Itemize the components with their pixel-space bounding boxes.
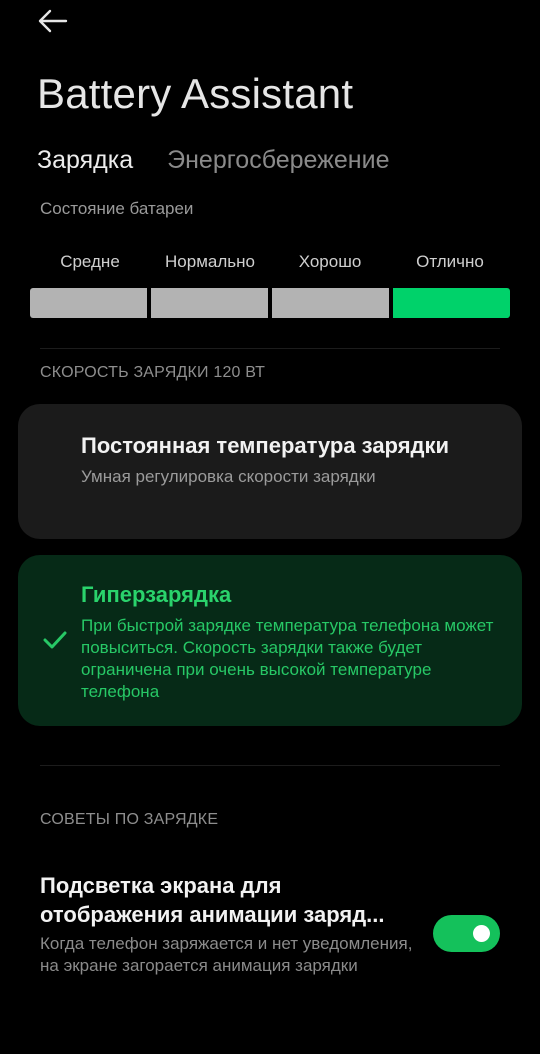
charging-speed-heading: СКОРОСТЬ ЗАРЯДКИ 120 ВТ xyxy=(40,364,266,381)
charging-animation-toggle[interactable] xyxy=(433,915,500,952)
arrow-left-icon xyxy=(38,9,68,33)
option-description: Умная регулировка скорости зарядки xyxy=(81,467,376,486)
option-hypercharge[interactable]: Гиперзарядка При быстрой зарядке темпера… xyxy=(18,555,522,726)
battery-level-labels: Средне Нормально Хорошо Отлично xyxy=(30,252,510,272)
option-constant-temperature[interactable]: Постоянная температура зарядки Умная рег… xyxy=(18,404,522,539)
back-button[interactable] xyxy=(36,6,72,36)
checkmark-icon xyxy=(43,631,67,649)
health-segment xyxy=(151,288,268,318)
health-segment xyxy=(30,288,147,318)
tab-bar: Зарядка Энергосбережение xyxy=(37,146,389,175)
health-segment xyxy=(393,288,510,318)
divider xyxy=(40,348,500,349)
page-title: Battery Assistant xyxy=(37,70,354,117)
level-label-good: Хорошо xyxy=(298,252,362,271)
battery-state-label: Состояние батареи xyxy=(40,199,194,218)
option-title: Гиперзарядка xyxy=(81,582,232,607)
charging-tips-heading: СОВЕТЫ ПО ЗАРЯДКЕ xyxy=(40,811,219,828)
level-label-normal: Нормально xyxy=(165,252,255,271)
divider xyxy=(40,765,500,766)
health-segment xyxy=(272,288,389,318)
tab-charging[interactable]: Зарядка xyxy=(37,146,133,175)
battery-health-bar xyxy=(30,288,510,318)
option-description: При быстрой зарядке температура телефона… xyxy=(81,616,494,701)
level-label-average: Средне xyxy=(60,252,120,271)
tab-power-saving[interactable]: Энергосбережение xyxy=(167,146,389,175)
level-label-excellent: Отлично xyxy=(416,252,484,271)
tip-charging-animation: Подсветка экрана для отображения анимаци… xyxy=(40,871,420,977)
toggle-knob xyxy=(473,925,490,942)
tip-description: Когда телефон заряжается и нет уведомлен… xyxy=(40,934,413,975)
tip-title: Подсветка экрана для отображения анимаци… xyxy=(40,873,385,927)
option-title: Постоянная температура зарядки xyxy=(81,433,450,458)
